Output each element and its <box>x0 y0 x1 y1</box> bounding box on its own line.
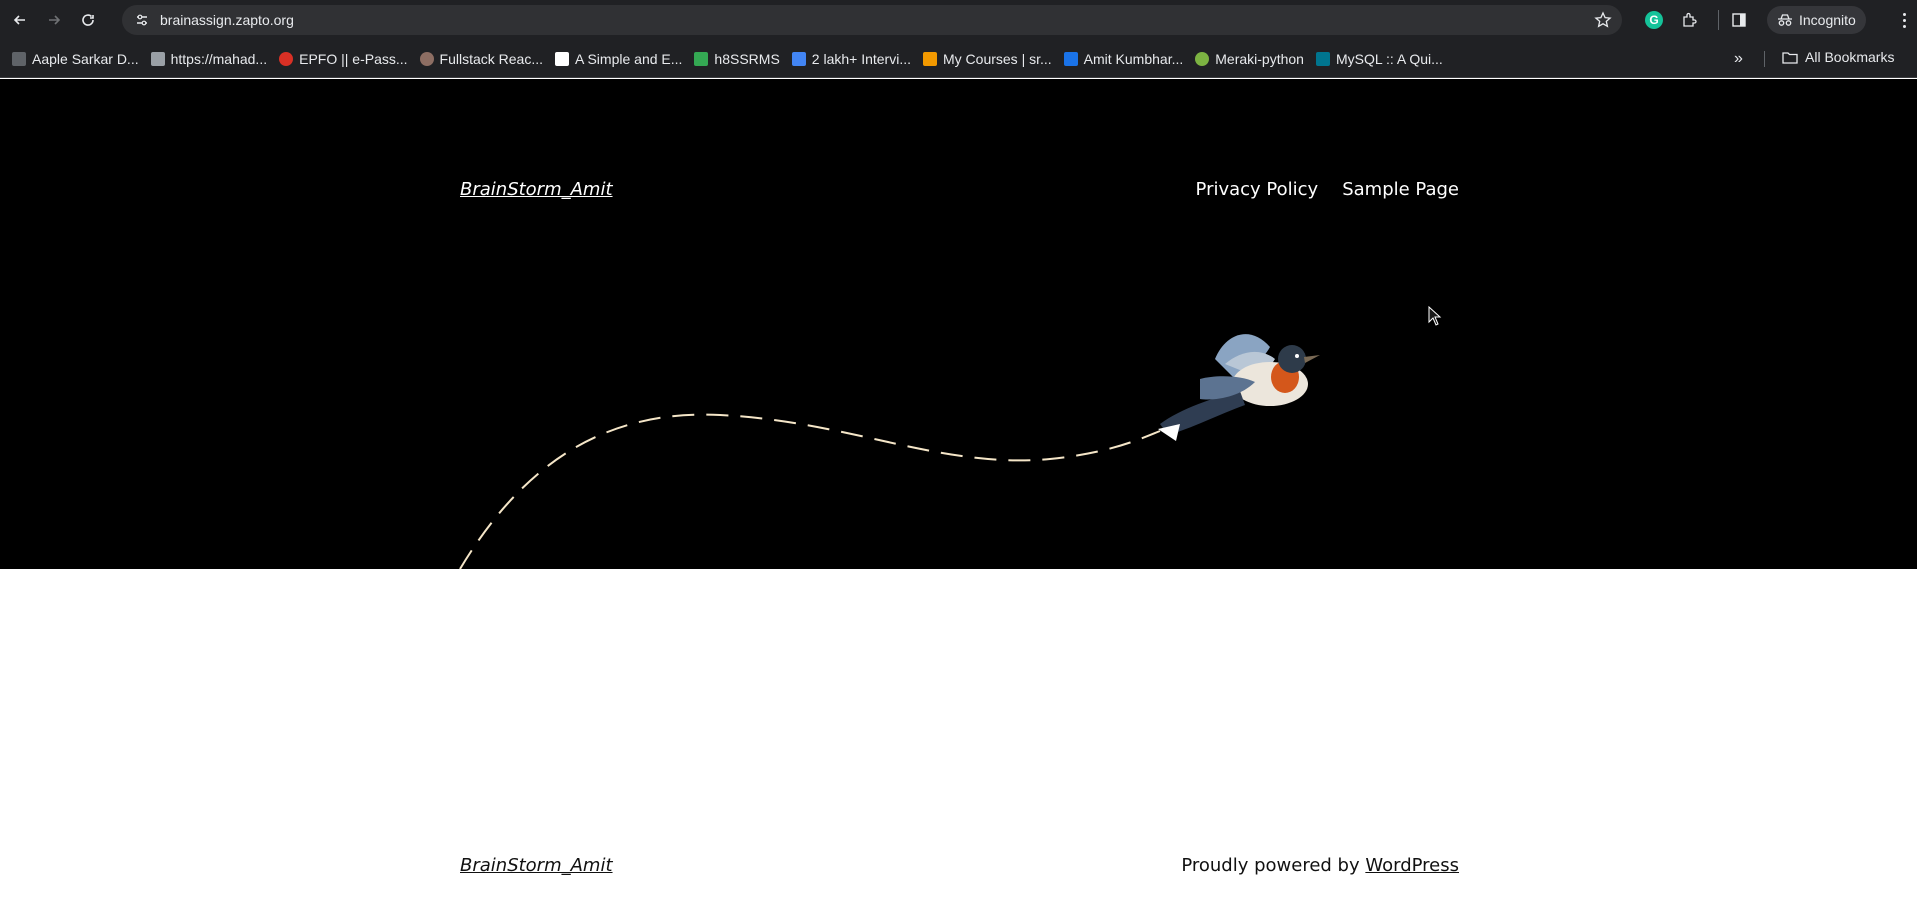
bookmark-item[interactable]: 2 lakh+ Intervi... <box>791 51 911 67</box>
bookmark-star-icon[interactable] <box>1594 11 1612 29</box>
bookmark-item[interactable]: Aaple Sarkar D... <box>12 51 139 67</box>
bookmark-item[interactable]: h8SSRMS <box>694 51 780 67</box>
primary-navigation: Privacy Policy Sample Page <box>1196 179 1459 200</box>
reload-icon <box>82 14 94 26</box>
bookmark-item[interactable]: EPFO || e-Pass... <box>279 51 408 67</box>
extensions-button[interactable] <box>1676 6 1704 34</box>
wordpress-link[interactable]: WordPress <box>1365 855 1459 876</box>
more-bookmarks-button[interactable]: » <box>1734 50 1743 68</box>
bookmark-item[interactable]: Fullstack Reac... <box>419 51 543 67</box>
forward-arrow-icon <box>49 15 61 25</box>
bookmark-favicon-icon <box>419 51 434 66</box>
bookmark-item[interactable]: https://mahad... <box>150 51 267 67</box>
bookmark-favicon-icon <box>555 51 570 66</box>
nav-link-privacy-policy[interactable]: Privacy Policy <box>1196 179 1319 200</box>
all-bookmarks-label: All Bookmarks <box>1805 49 1895 65</box>
address-bar[interactable]: brainassign.zapto.org <box>122 5 1622 35</box>
folder-icon <box>1782 51 1798 64</box>
bookmark-favicon-icon <box>923 51 937 66</box>
bookmark-favicon-icon <box>1195 51 1210 66</box>
incognito-icon <box>1778 14 1792 26</box>
side-panel-icon <box>1732 13 1746 27</box>
grammarly-extension[interactable]: G <box>1640 6 1668 34</box>
site-info-icon[interactable] <box>130 8 154 32</box>
bird-icon <box>1158 334 1320 441</box>
forward-button[interactable] <box>40 6 68 34</box>
bookmark-favicon-icon <box>1063 51 1078 66</box>
bookmark-item[interactable]: Amit Kumbhar... <box>1063 51 1183 67</box>
bookmark-favicon-icon <box>791 51 806 66</box>
powered-by-prefix: Proudly powered by <box>1181 855 1366 876</box>
footer-site-title-link[interactable]: BrainStorm_Amit <box>460 855 613 876</box>
reload-button[interactable] <box>74 6 102 34</box>
back-arrow-icon <box>13 15 25 25</box>
bookmarks-divider <box>1764 51 1765 67</box>
bookmark-favicon-icon <box>279 51 294 66</box>
bookmark-item[interactable]: MySQL :: A Qui... <box>1315 51 1443 67</box>
puzzle-icon <box>1683 12 1697 27</box>
site-title-link[interactable]: BrainStorm_Amit <box>460 179 613 200</box>
toolbar-divider <box>1718 10 1719 30</box>
incognito-label: Incognito <box>1799 12 1856 28</box>
all-bookmarks-button[interactable]: All Bookmarks <box>1782 49 1894 65</box>
flight-path-line <box>459 413 1161 569</box>
extensions-area: G Incognito <box>1640 6 1866 34</box>
mouse-cursor-icon <box>1428 306 1442 326</box>
back-button[interactable] <box>6 6 34 34</box>
bookmark-favicon-icon <box>150 51 165 66</box>
bookmark-favicon-icon <box>694 51 709 66</box>
hero-illustration <box>459 334 1320 569</box>
bookmark-item[interactable]: Meraki-python <box>1195 51 1304 67</box>
incognito-badge[interactable]: Incognito <box>1767 6 1866 34</box>
bookmark-item[interactable]: A Simple and E... <box>555 51 682 67</box>
bookmark-favicon-icon <box>12 51 26 66</box>
bookmark-favicon-icon <box>1315 51 1330 66</box>
browser-toolbar: brainassign.zapto.org G Incognito <box>0 0 1917 40</box>
url-text: brainassign.zapto.org <box>160 12 294 28</box>
bookmark-item[interactable]: My Courses | sr... <box>923 51 1052 67</box>
grammarly-icon: G <box>1645 11 1663 29</box>
powered-by-text: Proudly powered by WordPress <box>1181 855 1459 876</box>
bookmarks-bar: Aaple Sarkar D... https://mahad... EPFO … <box>0 40 1917 78</box>
side-panel-button[interactable] <box>1725 6 1753 34</box>
browser-menu-button[interactable] <box>1895 8 1913 32</box>
site-header-hero: BrainStorm_Amit Privacy Policy Sample Pa… <box>0 79 1917 569</box>
nav-link-sample-page[interactable]: Sample Page <box>1342 179 1459 200</box>
